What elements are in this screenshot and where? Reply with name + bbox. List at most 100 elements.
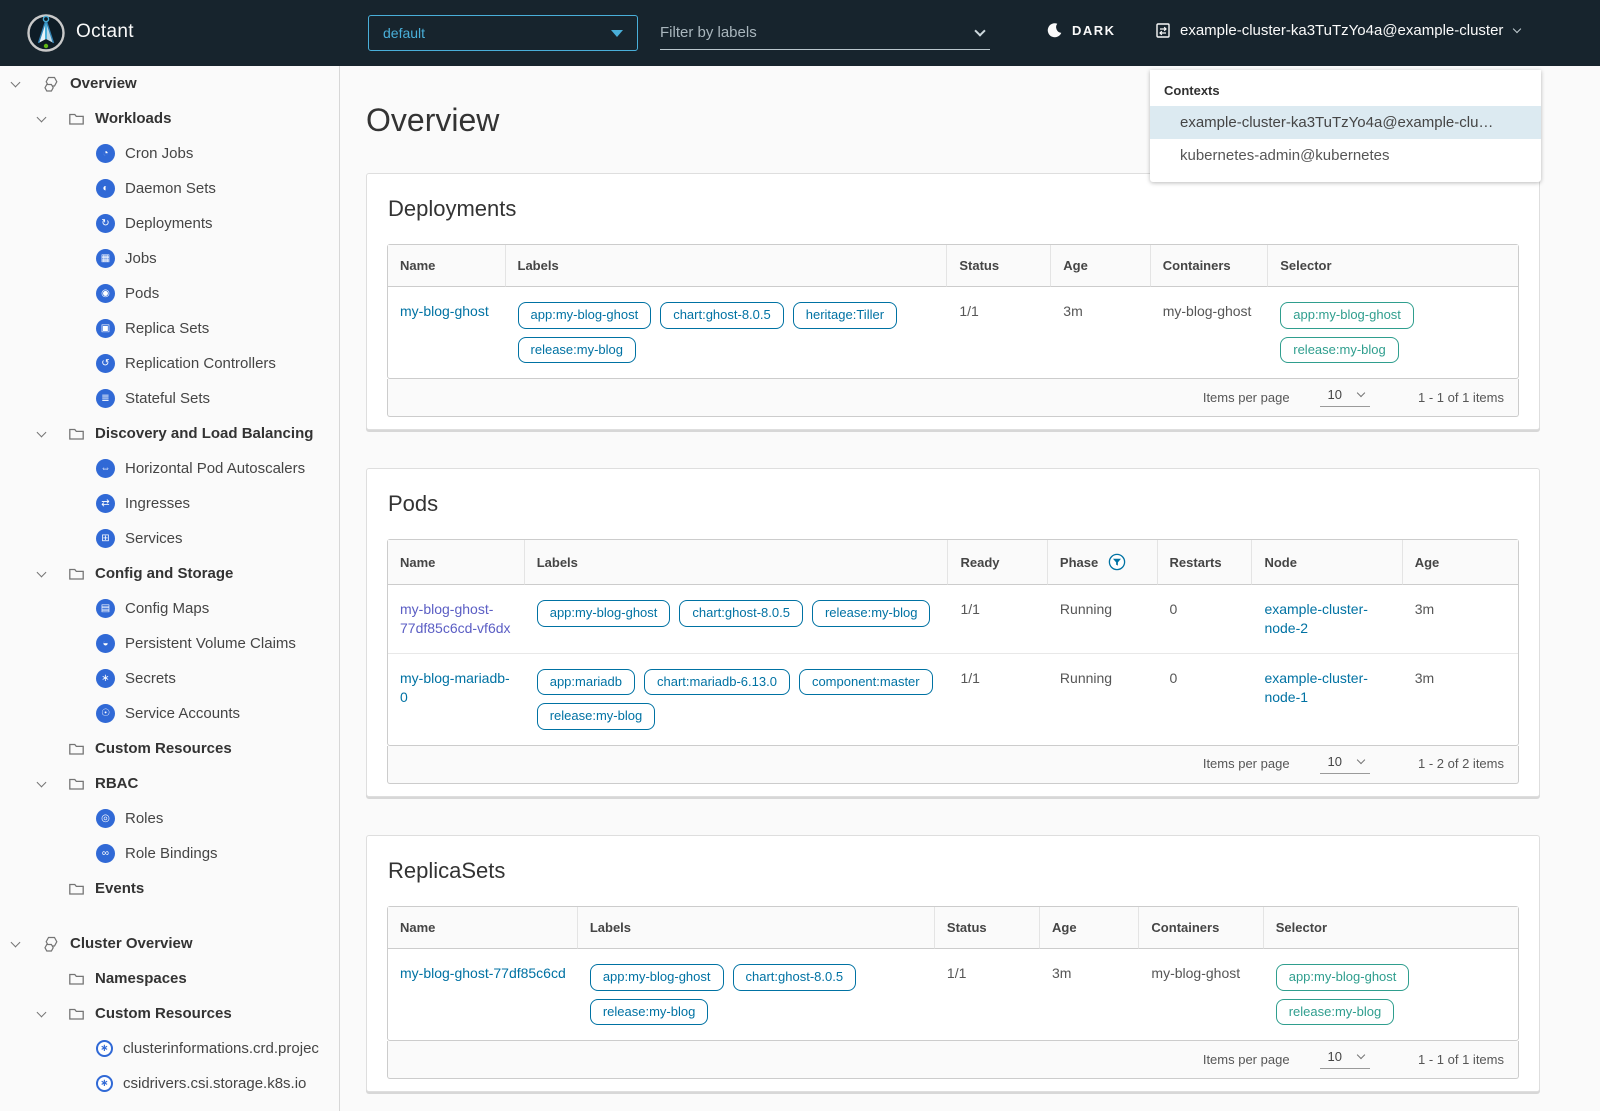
- expander-chevron-icon[interactable]: [36, 567, 68, 577]
- contexts-dropdown: Contexts example-cluster-ka3TuTzYo4a@exa…: [1150, 70, 1541, 182]
- cell-text: Running: [1059, 601, 1113, 618]
- chevron-down-icon: [36, 567, 47, 577]
- k8s-resource-icon: ⇔: [96, 459, 115, 478]
- sidebar-item-rbac[interactable]: RBAC: [0, 766, 339, 801]
- sidebar-item-config-and-storage[interactable]: Config and Storage: [0, 556, 339, 591]
- label-badge: app:my-blog-ghost: [589, 963, 724, 991]
- sidebar-item-label: Events: [95, 880, 145, 897]
- label-badge: release:my-blog: [517, 336, 637, 364]
- sidebar-item-namespaces[interactable]: Namespaces: [0, 961, 339, 996]
- sidebar-item-service-accounts[interactable]: ☉ Service Accounts: [0, 696, 339, 731]
- sidebar-item-label: Cron Jobs: [125, 145, 194, 162]
- sidebar-item-label: RBAC: [95, 775, 139, 792]
- table-cell: app:my-blog-ghost chart:ghost-8.0.5 herita…: [506, 287, 948, 378]
- cell-text: 3m: [1063, 303, 1083, 319]
- cell-text: 3m: [1051, 964, 1072, 981]
- page-size-select[interactable]: 10: [1319, 387, 1371, 408]
- label-filter-input[interactable]: [660, 24, 976, 41]
- sidebar-item-custom-resources[interactable]: Custom Resources: [0, 731, 339, 766]
- resource-link[interactable]: example-cluster-node-1: [1264, 670, 1367, 705]
- chevron-down-icon[interactable]: [974, 24, 986, 37]
- column-header-labels: Labels: [505, 245, 948, 287]
- page-size-value: 10: [1327, 753, 1343, 769]
- sidebar-item-services[interactable]: ⊞ Services: [0, 521, 339, 556]
- k8s-resource-icon: ↻: [96, 214, 115, 233]
- cell-text: 3m: [1414, 601, 1435, 618]
- octant-logo-icon: [27, 14, 65, 52]
- table-cell: my-blog-ghost-77df85c6cd: [388, 949, 578, 1040]
- expander-chevron-icon[interactable]: [36, 427, 68, 437]
- chevron-down-icon: [36, 777, 47, 787]
- items-per-page-label: Items per page: [1202, 756, 1290, 772]
- sidebar-item-label: Replication Controllers: [125, 355, 276, 372]
- table-cell: my-blog-ghost-77df85c6cd-vf6dx: [388, 585, 525, 653]
- column-header-label: Labels: [517, 258, 559, 273]
- sidebar-item-role-bindings[interactable]: ∞ Role Bindings: [0, 836, 339, 871]
- expander-chevron-icon[interactable]: [36, 112, 68, 122]
- sidebar-item-label: Custom Resources: [95, 740, 232, 757]
- sidebar-item-horizontal-pod-autoscalers[interactable]: ⇔ Horizontal Pod Autoscalers: [0, 451, 339, 486]
- sidebar-item-csidrivers-csi-storage-k8s-io[interactable]: ∗ csidrivers.csi.storage.k8s.io: [0, 1066, 339, 1101]
- page-size-select[interactable]: 10: [1319, 753, 1371, 774]
- sidebar-nav: Overview Workloads ◔ Cron Jobs ◐ Daemon Sets ↻…: [0, 66, 340, 1111]
- sidebar-item-jobs[interactable]: ▦ Jobs: [0, 241, 339, 276]
- label-badge: chart:ghost-8.0.5: [679, 600, 803, 627]
- datagrid-footer: Items per page 10 1 - 1 of 1 items: [387, 379, 1519, 418]
- pagination-range: 1 - 1 of 1 items: [1418, 1051, 1504, 1067]
- column-header-label: Labels: [589, 919, 632, 935]
- column-header-status: Status: [934, 906, 1040, 949]
- sidebar-item-deployments[interactable]: ↻ Deployments: [0, 206, 339, 241]
- sidebar-item-label: Config and Storage: [95, 565, 234, 582]
- expander-chevron-icon[interactable]: [36, 1007, 68, 1017]
- sidebar-item-stateful-sets[interactable]: ≣ Stateful Sets: [0, 381, 339, 416]
- column-header-label: Labels: [536, 554, 578, 570]
- table-row: my-blog-ghost-77df85c6cd app:my-blog-ghos…: [388, 949, 1518, 1040]
- dark-mode-toggle[interactable]: DARK: [1046, 22, 1116, 39]
- column-header-labels: Labels: [524, 540, 949, 586]
- sidebar-item-secrets[interactable]: ∗ Secrets: [0, 661, 339, 696]
- sidebar-item-config-maps[interactable]: ▤ Config Maps: [0, 591, 339, 626]
- resource-link[interactable]: my-blog-ghost-77df85c6cd-vf6dx: [400, 601, 511, 636]
- sidebar-item-custom-resources[interactable]: Custom Resources: [0, 996, 339, 1031]
- sidebar-item-label: Daemon Sets: [125, 180, 216, 197]
- table-cell: my-blog-ghost: [1139, 949, 1263, 1040]
- sidebar-item-replication-controllers[interactable]: ↺ Replication Controllers: [0, 346, 339, 381]
- table-cell: Running: [1048, 585, 1158, 653]
- sidebar-item-persistent-volume-claims[interactable]: ◒ Persistent Volume Claims: [0, 626, 339, 661]
- sidebar-item-events[interactable]: Events: [0, 871, 339, 906]
- sidebar-item-ingresses[interactable]: ⇄ Ingresses: [0, 486, 339, 521]
- sidebar-item-discovery-and-load-balancing[interactable]: Discovery and Load Balancing: [0, 416, 339, 451]
- table-cell: my-blog-ghost: [1151, 287, 1269, 378]
- pagination-range: 1 - 1 of 1 items: [1418, 389, 1504, 405]
- resource-link[interactable]: my-blog-ghost-77df85c6cd: [400, 965, 566, 981]
- context-menu-item[interactable]: kubernetes-admin@kubernetes: [1150, 139, 1541, 172]
- sidebar-item-daemon-sets[interactable]: ◐ Daemon Sets: [0, 171, 339, 206]
- context-switcher[interactable]: example-cluster-ka3TuTzYo4a@example-clus…: [1155, 22, 1522, 39]
- context-menu-item[interactable]: example-cluster-ka3TuTzYo4a@example-clu…: [1150, 106, 1541, 139]
- column-header-node: Node: [1252, 540, 1403, 586]
- expander-chevron-icon[interactable]: [36, 777, 68, 787]
- expander-chevron-icon[interactable]: [10, 937, 42, 947]
- filter-funnel-icon[interactable]: [1108, 553, 1126, 571]
- table-cell: app:my-blog-ghost chart:ghost-8.0.5 releas…: [525, 585, 949, 653]
- sidebar-item-pods[interactable]: ◉ Pods: [0, 276, 339, 311]
- chevron-down-icon: [36, 112, 47, 122]
- sidebar-item-workloads[interactable]: Workloads: [0, 101, 339, 136]
- resource-link[interactable]: example-cluster-node-2: [1264, 601, 1367, 636]
- expander-chevron-icon[interactable]: [10, 77, 42, 87]
- namespace-select[interactable]: default: [368, 15, 638, 51]
- resource-link[interactable]: my-blog-ghost: [400, 303, 489, 319]
- pagination-range: 1 - 2 of 2 items: [1418, 756, 1504, 772]
- sidebar-item-overview[interactable]: Overview: [0, 66, 339, 101]
- sidebar-item-label: Persistent Volume Claims: [125, 635, 296, 652]
- page-size-select[interactable]: 10: [1319, 1049, 1371, 1070]
- resource-link[interactable]: my-blog-mariadb-0: [400, 670, 510, 705]
- column-header-age: Age: [1051, 245, 1151, 287]
- sidebar-item-cluster-overview[interactable]: Cluster Overview: [0, 926, 339, 961]
- card-pods: Pods Name Labels Ready Phase Restarts Node Age m…: [366, 468, 1540, 797]
- sidebar-item-cron-jobs[interactable]: ◔ Cron Jobs: [0, 136, 339, 171]
- sidebar-item-replica-sets[interactable]: ▣ Replica Sets: [0, 311, 339, 346]
- sidebar-item-roles[interactable]: ◎ Roles: [0, 801, 339, 836]
- sidebar-item-clusterinformations-crd-projec[interactable]: ∗ clusterinformations.crd.projec: [0, 1031, 339, 1066]
